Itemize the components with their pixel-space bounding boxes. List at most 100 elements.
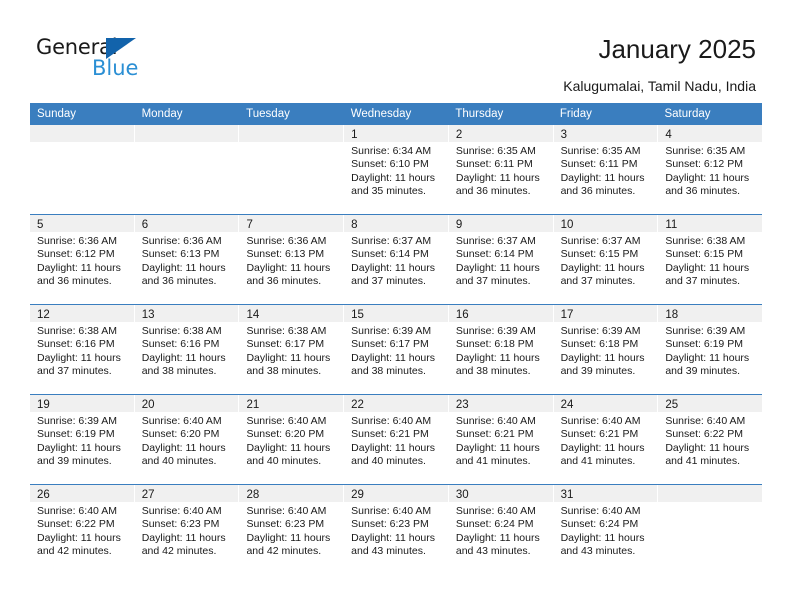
- day-number-band: 16: [448, 305, 553, 322]
- calendar-day-cell[interactable]: 24 Sunrise: 6:40 AM Sunset: 6:21 PM Dayligh…: [553, 395, 659, 484]
- calendar-day-cell[interactable]: 15 Sunrise: 6:39 AM Sunset: 6:17 PM Dayligh…: [344, 305, 449, 394]
- day-number-band: 5: [30, 215, 134, 232]
- daylight-duration-line1: Daylight: 11 hours: [37, 261, 121, 274]
- calendar-day-cell[interactable]: 25 Sunrise: 6:40 AM Sunset: 6:22 PM Dayligh…: [658, 395, 763, 484]
- day-number: 9: [455, 219, 463, 231]
- calendar-day-cell[interactable]: 6 Sunrise: 6:36 AM Sunset: 6:13 PM Daylight…: [134, 215, 240, 304]
- day-number-band: 25: [658, 395, 763, 412]
- day-details: Sunrise: 6:39 AM Sunset: 6:18 PM Daylight:…: [449, 322, 553, 379]
- daylight-duration-line2: and 36 minutes.: [246, 275, 322, 288]
- calendar-day-cell[interactable]: 18 Sunrise: 6:39 AM Sunset: 6:19 PM Dayligh…: [658, 305, 763, 394]
- day-number-band: 13: [134, 305, 239, 322]
- day-number: 7: [246, 219, 253, 231]
- calendar-day-cell[interactable]: 2 Sunrise: 6:35 AM Sunset: 6:11 PM Daylight…: [448, 125, 554, 214]
- sunset-time: Sunset: 6:14 PM: [351, 248, 429, 261]
- day-details: Sunrise: 6:37 AM Sunset: 6:15 PM Daylight:…: [554, 232, 658, 289]
- calendar-day-cell[interactable]: 7 Sunrise: 6:36 AM Sunset: 6:13 PM Daylight…: [239, 215, 345, 304]
- day-number-band: 18: [658, 305, 763, 322]
- daylight-duration-line1: Daylight: 11 hours: [351, 171, 436, 184]
- day-details: Sunrise: 6:40 AM Sunset: 6:23 PM Daylight:…: [135, 502, 239, 559]
- daylight-duration-line1: Daylight: 11 hours: [560, 171, 645, 184]
- daylight-duration-line1: Daylight: 11 hours: [37, 531, 121, 544]
- calendar-day-cell[interactable]: 21 Sunrise: 6:40 AM Sunset: 6:20 PM Dayligh…: [239, 395, 345, 484]
- daylight-duration-line1: Daylight: 11 hours: [141, 261, 226, 274]
- day-number: 8: [351, 219, 358, 231]
- calendar-day-cell[interactable]: 9 Sunrise: 6:37 AM Sunset: 6:14 PM Daylight…: [448, 215, 554, 304]
- day-number: 4: [665, 129, 672, 141]
- calendar-day-cell[interactable]: 29 Sunrise: 6:40 AM Sunset: 6:23 PM Dayligh…: [344, 485, 449, 574]
- sunset-time: Sunset: 6:19 PM: [37, 428, 115, 441]
- calendar-day-cell[interactable]: 12 Sunrise: 6:38 AM Sunset: 6:16 PM Dayligh…: [30, 305, 135, 394]
- sunset-time: Sunset: 6:22 PM: [37, 518, 115, 531]
- calendar-day-cell[interactable]: 10 Sunrise: 6:37 AM Sunset: 6:15 PM Dayligh…: [553, 215, 659, 304]
- calendar-day-cell[interactable]: 28 Sunrise: 6:40 AM Sunset: 6:23 PM Dayligh…: [239, 485, 345, 574]
- daylight-duration-line2: and 36 minutes.: [665, 185, 741, 198]
- sunrise-time: Sunrise: 6:39 AM: [560, 325, 641, 337]
- calendar-day-cell[interactable]: 13 Sunrise: 6:38 AM Sunset: 6:16 PM Dayligh…: [134, 305, 240, 394]
- sunset-time: Sunset: 6:20 PM: [141, 428, 220, 441]
- daylight-duration-line2: and 41 minutes.: [665, 455, 741, 468]
- sunset-time: Sunset: 6:23 PM: [141, 518, 220, 531]
- daylight-duration-line1: Daylight: 11 hours: [37, 351, 121, 364]
- calendar-week-row: 12 Sunrise: 6:38 AM Sunset: 6:16 PM Dayligh…: [30, 304, 763, 394]
- sunrise-time: Sunrise: 6:35 AM: [665, 145, 746, 157]
- page-header: General Blue January 2025 Kalugumalai, T…: [0, 0, 792, 100]
- sunset-time: Sunset: 6:16 PM: [141, 338, 220, 351]
- day-number-band: [30, 125, 134, 142]
- sunset-time: Sunset: 6:18 PM: [455, 338, 534, 351]
- calendar-week-row: 26 Sunrise: 6:40 AM Sunset: 6:22 PM Dayligh…: [30, 484, 763, 574]
- daylight-duration-line2: and 41 minutes.: [560, 455, 636, 468]
- sunset-time: Sunset: 6:21 PM: [560, 428, 639, 441]
- day-number: 22: [351, 399, 364, 411]
- calendar-day-cell[interactable]: 23 Sunrise: 6:40 AM Sunset: 6:21 PM Dayligh…: [448, 395, 554, 484]
- sunset-time: Sunset: 6:12 PM: [665, 158, 743, 171]
- calendar-cell-empty: [134, 125, 240, 214]
- day-number-band: 28: [239, 485, 344, 502]
- daylight-duration-line2: and 37 minutes.: [351, 275, 426, 288]
- daylight-duration-line1: Daylight: 11 hours: [665, 351, 750, 364]
- day-number: 16: [455, 309, 469, 321]
- daylight-duration-line1: Daylight: 11 hours: [665, 171, 750, 184]
- weekday-header-saturday: Saturday: [664, 108, 711, 120]
- sunset-time: Sunset: 6:15 PM: [665, 248, 743, 261]
- calendar-day-cell[interactable]: 22 Sunrise: 6:40 AM Sunset: 6:21 PM Dayligh…: [344, 395, 449, 484]
- calendar-cell-empty: [658, 485, 763, 574]
- day-details: Sunrise: 6:40 AM Sunset: 6:21 PM Daylight:…: [554, 412, 658, 469]
- day-details: Sunrise: 6:35 AM Sunset: 6:12 PM Daylight:…: [658, 142, 762, 199]
- calendar-day-cell[interactable]: 11 Sunrise: 6:38 AM Sunset: 6:15 PM Dayligh…: [658, 215, 763, 304]
- day-number-band: 9: [448, 215, 553, 232]
- day-number-band: 3: [553, 125, 658, 142]
- daylight-duration-line1: Daylight: 11 hours: [351, 441, 436, 454]
- day-details: Sunrise: 6:40 AM Sunset: 6:23 PM Daylight:…: [344, 502, 448, 559]
- day-number: 28: [246, 489, 260, 501]
- sunset-time: Sunset: 6:19 PM: [665, 338, 743, 351]
- day-number: 20: [141, 399, 155, 411]
- day-number: 31: [560, 489, 574, 501]
- sunset-time: Sunset: 6:10 PM: [351, 158, 429, 171]
- calendar-day-cell[interactable]: 14 Sunrise: 6:38 AM Sunset: 6:17 PM Dayligh…: [239, 305, 345, 394]
- calendar-day-cell[interactable]: 5 Sunrise: 6:36 AM Sunset: 6:12 PM Daylight…: [30, 215, 135, 304]
- calendar-day-cell[interactable]: 8 Sunrise: 6:37 AM Sunset: 6:14 PM Daylight…: [344, 215, 449, 304]
- sunset-time: Sunset: 6:22 PM: [665, 428, 743, 441]
- calendar-day-cell[interactable]: 19 Sunrise: 6:39 AM Sunset: 6:19 PM Dayligh…: [30, 395, 135, 484]
- calendar-day-cell[interactable]: 31 Sunrise: 6:40 AM Sunset: 6:24 PM Dayligh…: [553, 485, 659, 574]
- general-blue-logo[interactable]: General Blue: [36, 36, 156, 80]
- daylight-duration-line2: and 36 minutes.: [37, 275, 112, 288]
- calendar-day-cell[interactable]: 20 Sunrise: 6:40 AM Sunset: 6:20 PM Dayligh…: [134, 395, 240, 484]
- daylight-duration-line2: and 37 minutes.: [37, 365, 112, 378]
- sunrise-time: Sunrise: 6:38 AM: [37, 325, 117, 337]
- daylight-duration-line1: Daylight: 11 hours: [141, 351, 226, 364]
- calendar-day-cell[interactable]: 4 Sunrise: 6:35 AM Sunset: 6:12 PM Daylight…: [658, 125, 763, 214]
- calendar-day-cell[interactable]: 1 Sunrise: 6:34 AM Sunset: 6:10 PM Daylight…: [344, 125, 449, 214]
- calendar-day-cell[interactable]: 16 Sunrise: 6:39 AM Sunset: 6:18 PM Dayligh…: [448, 305, 554, 394]
- calendar-page: General Blue January 2025 Kalugumalai, T…: [0, 0, 792, 612]
- sunrise-time: Sunrise: 6:40 AM: [455, 415, 536, 427]
- day-number: 21: [246, 399, 260, 411]
- daylight-duration-line2: and 42 minutes.: [246, 545, 322, 558]
- calendar-day-cell[interactable]: 27 Sunrise: 6:40 AM Sunset: 6:23 PM Dayligh…: [134, 485, 240, 574]
- calendar-day-cell[interactable]: 26 Sunrise: 6:40 AM Sunset: 6:22 PM Dayligh…: [30, 485, 135, 574]
- calendar-day-cell[interactable]: 30 Sunrise: 6:40 AM Sunset: 6:24 PM Dayligh…: [448, 485, 554, 574]
- calendar-day-cell[interactable]: 3 Sunrise: 6:35 AM Sunset: 6:11 PM Daylight…: [553, 125, 659, 214]
- day-number: 12: [37, 309, 50, 321]
- calendar-day-cell[interactable]: 17 Sunrise: 6:39 AM Sunset: 6:18 PM Dayligh…: [553, 305, 659, 394]
